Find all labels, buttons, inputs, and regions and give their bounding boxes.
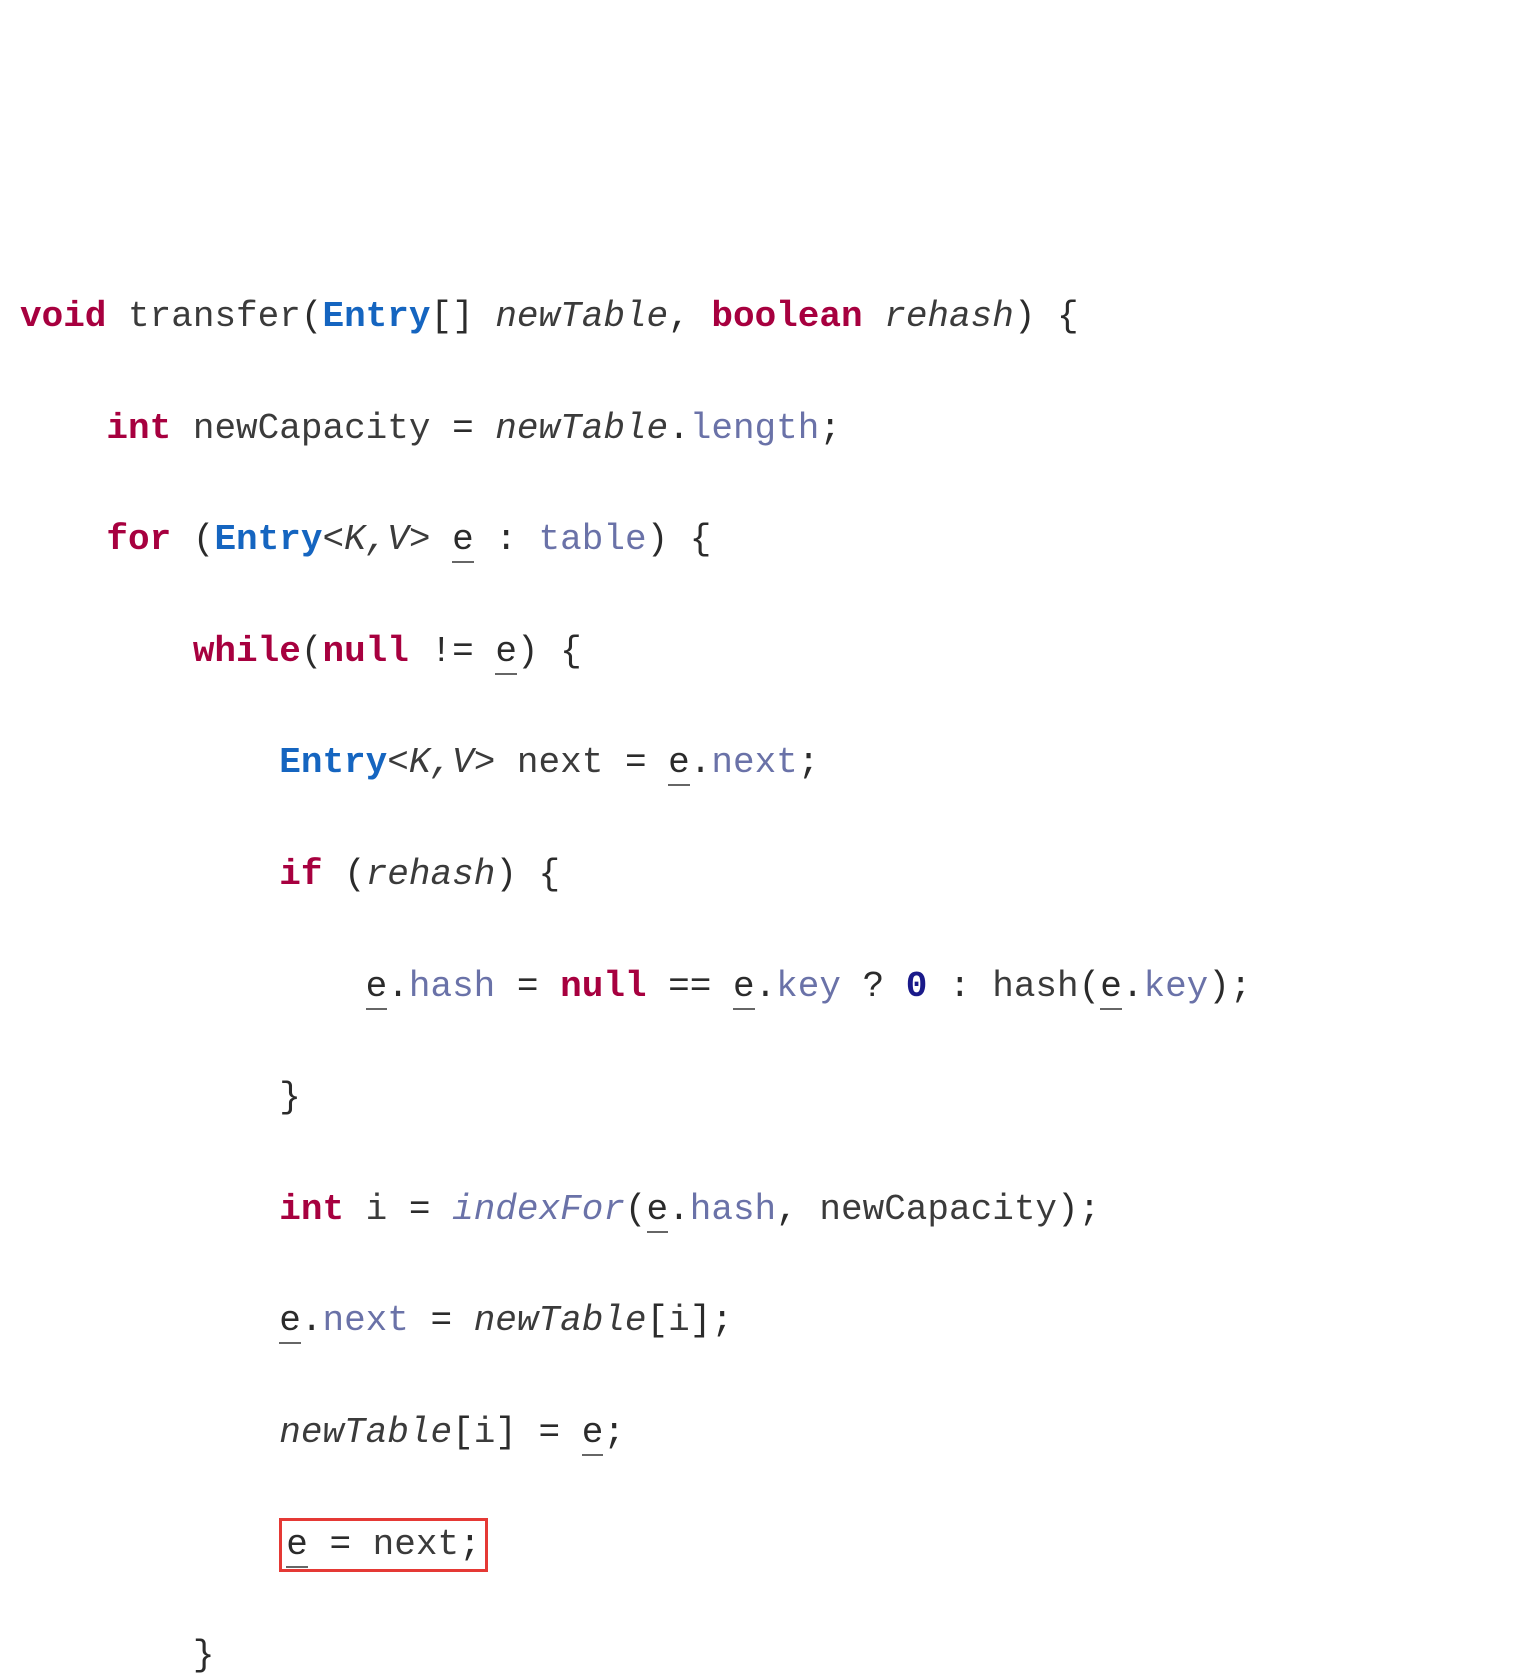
code-line-7: e.hash = null == e.key ? 0 : hash(e.key)… [20,959,1507,1015]
code-line-3: for (Entry<K,V> e : table) { [20,512,1507,568]
type-entry: Entry [214,519,322,560]
keyword-while: while [193,631,301,672]
field-table: table [539,519,647,560]
code-line-8: } [20,1070,1507,1126]
type-entry: Entry [322,296,430,337]
code-line-12: e = next; [20,1517,1507,1573]
param-rehash: rehash [884,296,1014,337]
code-line-5: Entry<K,V> next = e.next; [20,735,1507,791]
code-block: void transfer(Entry[] newTable, boolean … [20,233,1507,1678]
prop-length: length [690,408,820,449]
method-name: transfer [128,296,301,337]
keyword-for: for [106,519,171,560]
highlighted-statement: e = next; [279,1518,487,1573]
code-line-1: void transfer(Entry[] newTable, boolean … [20,289,1507,345]
prop-key: key [776,966,841,1007]
keyword-null: null [322,631,408,672]
keyword-boolean: boolean [711,296,862,337]
keyword-void: void [20,296,106,337]
code-line-13: } [20,1628,1507,1678]
prop-next: next [711,742,797,783]
var-e: e [452,519,474,563]
code-line-2: int newCapacity = newTable.length; [20,401,1507,457]
code-line-9: int i = indexFor(e.hash, newCapacity); [20,1182,1507,1238]
code-line-10: e.next = newTable[i]; [20,1293,1507,1349]
keyword-int: int [279,1189,344,1230]
method-indexfor: indexFor [452,1189,625,1230]
param-newtable: newTable [495,296,668,337]
code-line-4: while(null != e) { [20,624,1507,680]
code-line-11: newTable[i] = e; [20,1405,1507,1461]
prop-hash: hash [409,966,495,1007]
code-line-6: if (rehash) { [20,847,1507,903]
keyword-int: int [106,408,171,449]
literal-zero: 0 [906,966,928,1007]
keyword-if: if [279,854,322,895]
keyword-null: null [560,966,646,1007]
type-entry: Entry [279,742,387,783]
